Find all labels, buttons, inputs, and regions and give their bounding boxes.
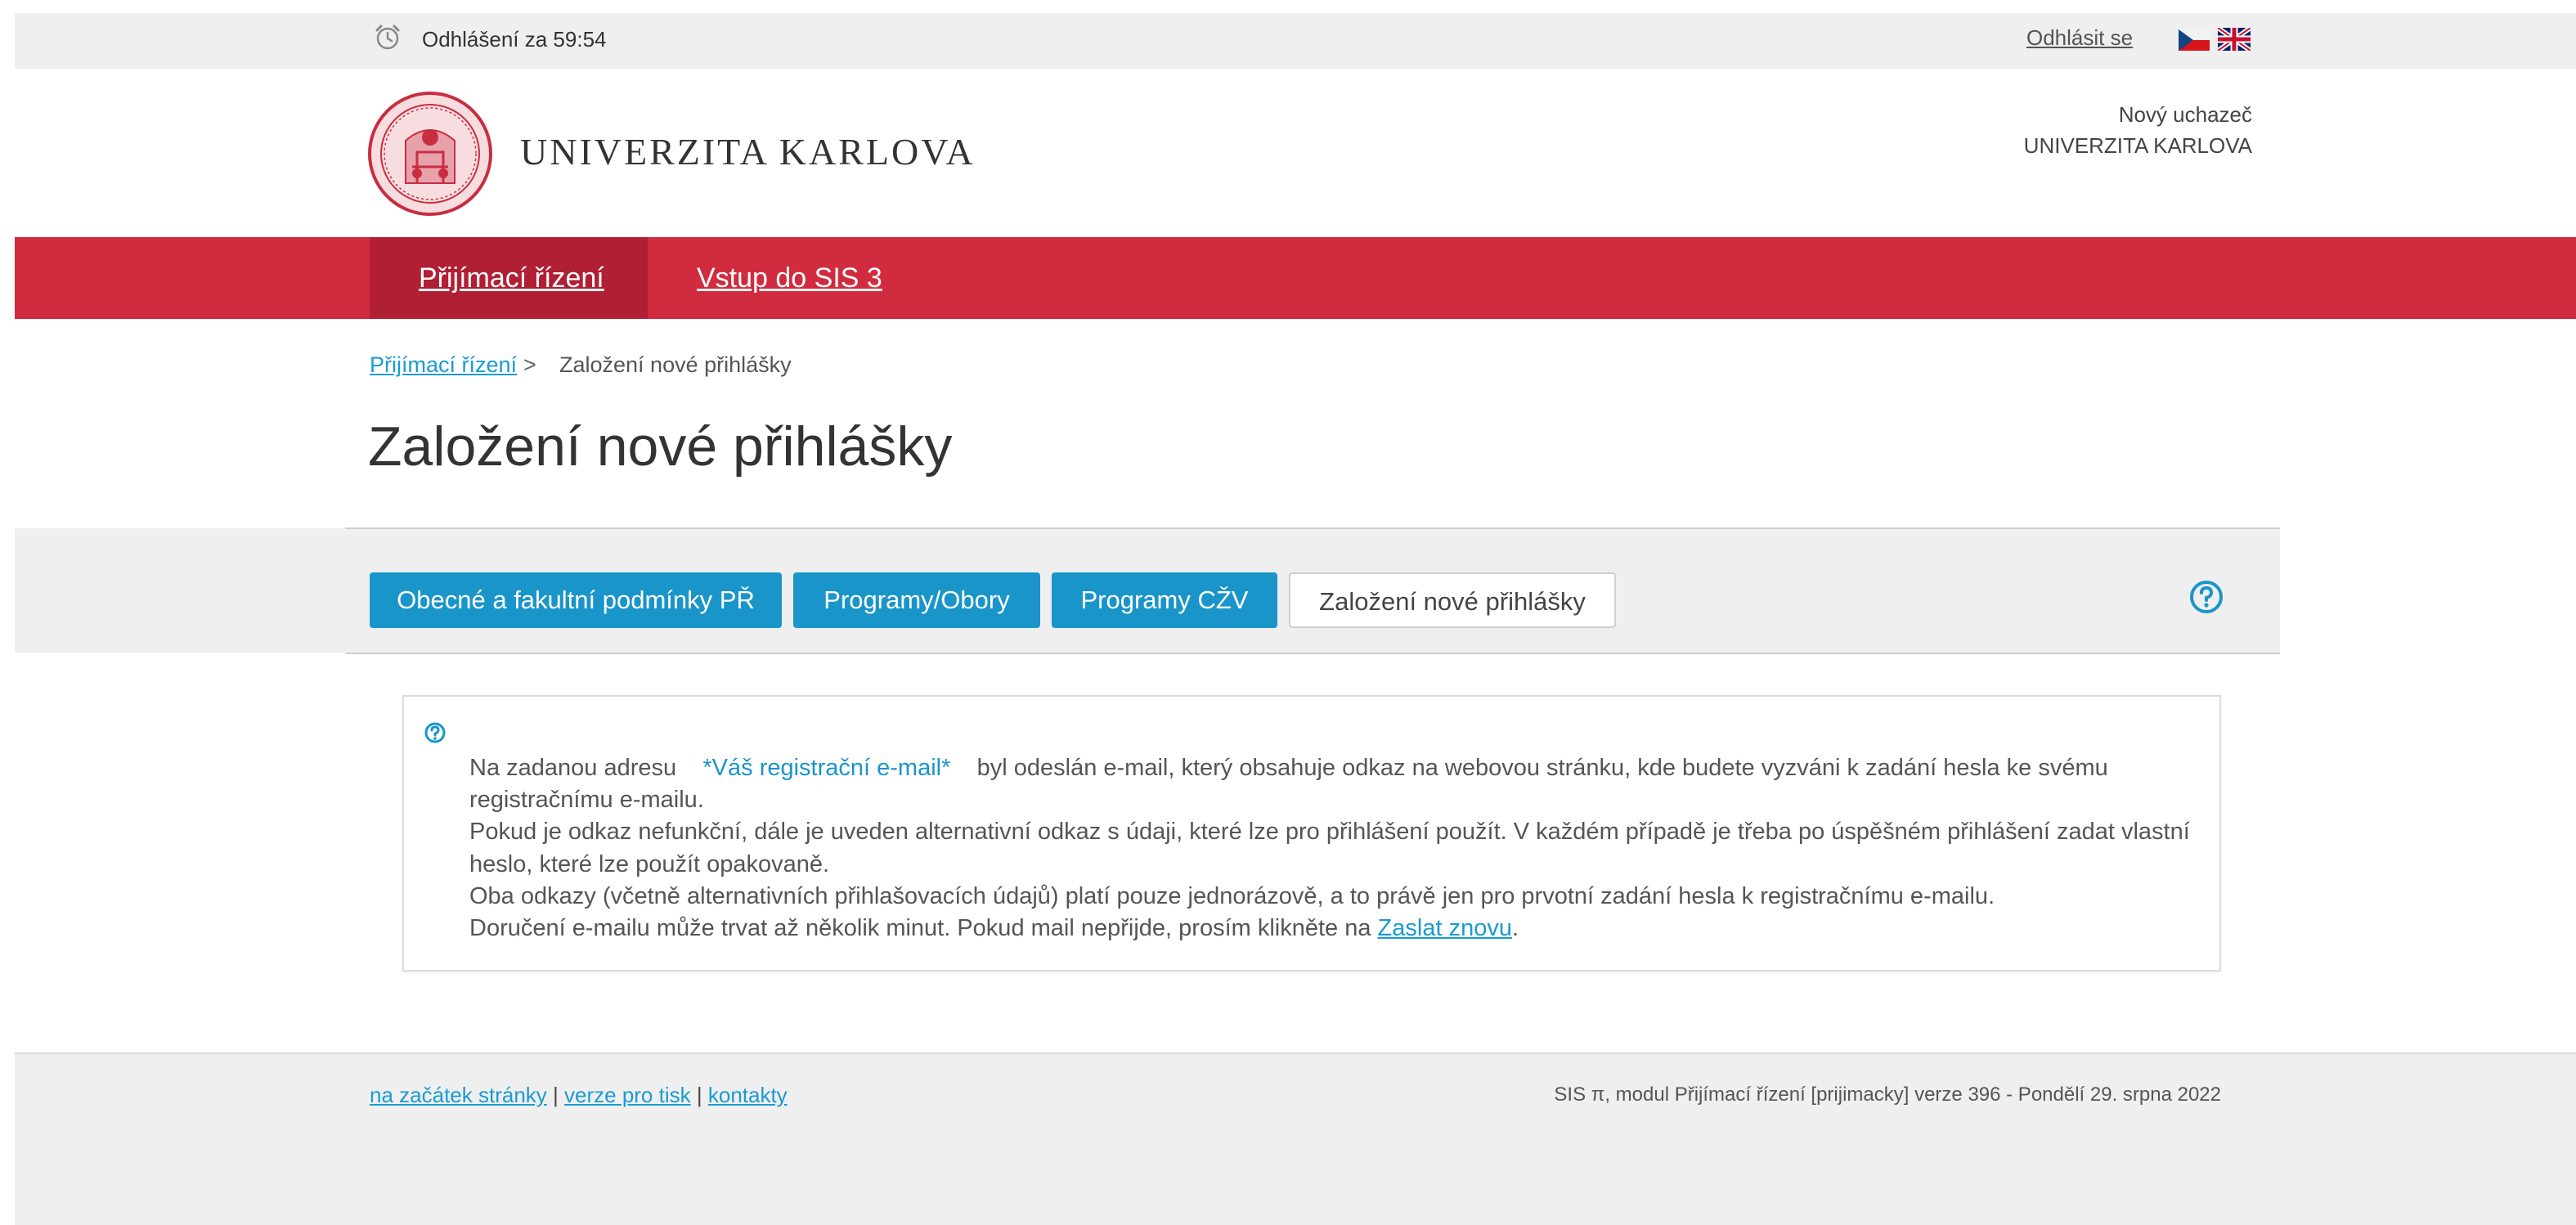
message-paragraph: Doručení e-mailu může trvat až několik m… [469, 913, 2195, 945]
nav-item-admissions[interactable]: Přijímací řízení [419, 260, 604, 296]
nav-item-sis3[interactable]: Vstup do SIS 3 [697, 260, 882, 296]
divider [345, 527, 2280, 529]
message-paragraph: Pokud je odkaz nefunkční, dále je uveden… [469, 819, 2190, 877]
university-name: UNIVERZITA KARLOVA [520, 131, 976, 173]
message-paragraph: Oba odkazy (včetně alternativních přihla… [469, 882, 1995, 909]
breadcrumb-root-link[interactable]: Přijímací řízení [370, 350, 517, 379]
message-text: . [1511, 915, 1519, 942]
logout-timer: Odhlášení za 59:54 [422, 27, 607, 52]
user-organization: UNIVERZITA KARLOVA [2023, 133, 2252, 158]
help-icon[interactable] [2188, 579, 2224, 615]
breadcrumb-separator: > [523, 352, 536, 377]
divider [15, 1052, 2576, 1054]
info-help-icon [424, 722, 446, 743]
message-paragraph: Na zadanou adresu *Váš registrační e-mai… [469, 752, 2195, 816]
tab-programs[interactable]: Programy/Obory [793, 572, 1040, 628]
page-title: Založení nové přihlášky [368, 415, 953, 478]
footer-links: na začátek stránky | verze pro tisk | ko… [370, 1081, 788, 1109]
divider [345, 653, 2280, 654]
logout-link[interactable]: Odhlásit se [2026, 25, 2133, 51]
message-text: Na zadanou adresu [469, 755, 677, 781]
breadcrumb-current: Založení nové přihlášky [559, 352, 792, 377]
tab-new-application[interactable]: Založení nové přihlášky [1289, 572, 1616, 628]
info-message-text: Na zadanou adresu *Váš registrační e-mai… [469, 752, 2195, 945]
footer-separator: | [696, 1083, 702, 1107]
email-placeholder: *Váš registrační e-mail* [702, 755, 951, 781]
version-info: SIS π, modul Přijímací řízení [prijimack… [1554, 1084, 2221, 1106]
tab-general-conditions[interactable]: Obecné a fakultní podmínky PŘ [370, 572, 782, 628]
tab-lifelong-programs[interactable]: Programy CŽV [1052, 572, 1277, 628]
footer-separator: | [553, 1083, 559, 1107]
message-text: Doručení e-mailu může trvat až několik m… [469, 915, 1371, 942]
footer-link-print[interactable]: verze pro tisk [564, 1083, 691, 1107]
resend-email-link[interactable]: Zaslat znovu [1378, 915, 1512, 941]
user-role: Nový uchazeč [2118, 102, 2252, 127]
footer-link-contacts[interactable]: kontakty [708, 1083, 788, 1107]
alarm-clock-icon [375, 25, 400, 50]
en-flag-icon[interactable] [2218, 28, 2251, 51]
cz-flag-icon[interactable] [2179, 29, 2210, 51]
footer-link-top[interactable]: na začátek stránky [370, 1083, 547, 1107]
footer [15, 1053, 2576, 1225]
university-seal-logo[interactable] [368, 92, 492, 216]
